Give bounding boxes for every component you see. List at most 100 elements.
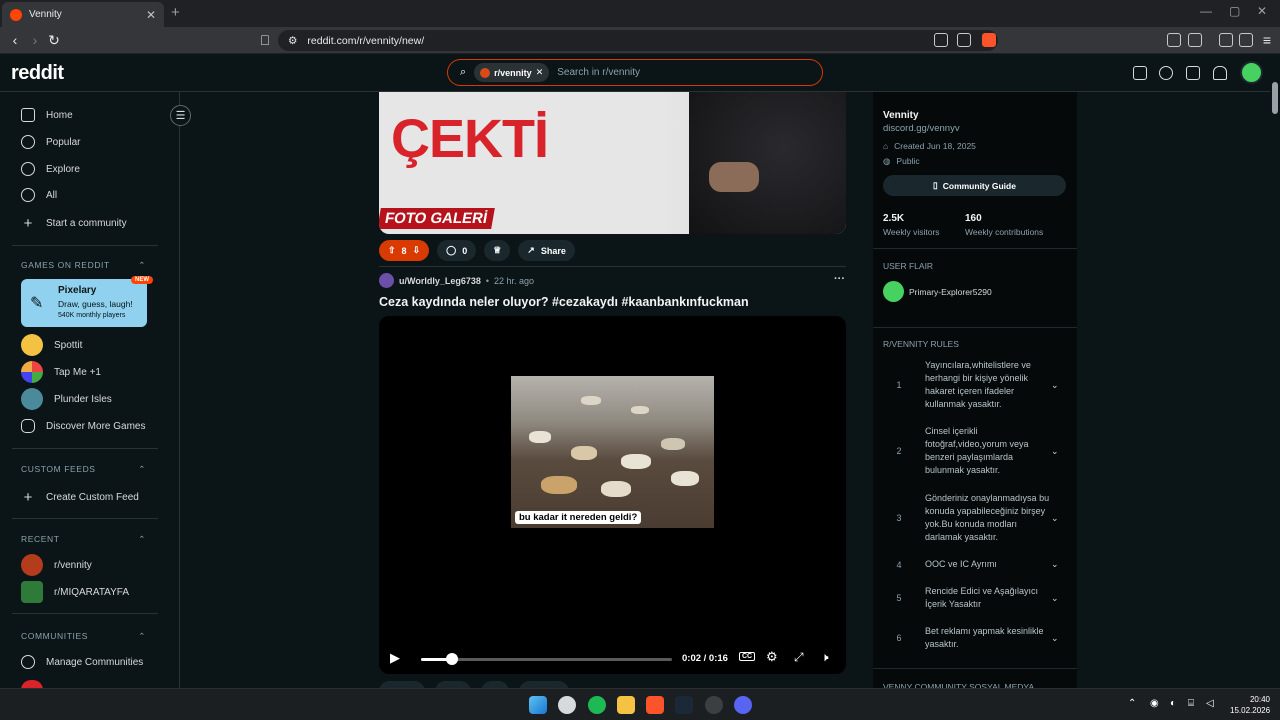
- search-community-chip[interactable]: r/vennity ✕: [474, 63, 550, 82]
- sidebar-item-all[interactable]: All: [21, 188, 57, 202]
- sidebar-item-popular[interactable]: Popular: [21, 135, 80, 149]
- custom-feeds-header[interactable]: CUSTOM FEEDS ⌃: [21, 464, 146, 475]
- section-label: CUSTOM FEEDS: [21, 464, 96, 474]
- advertise-icon[interactable]: [1133, 66, 1147, 80]
- back-icon[interactable]: ‹: [5, 30, 25, 50]
- user-flair[interactable]: Primary-Explorer5290: [883, 281, 992, 302]
- fullscreen-icon[interactable]: ⤢: [794, 650, 804, 665]
- guide-label: Community Guide: [942, 180, 1016, 191]
- rule-item[interactable]: 6 Bet reklamı yapmak kesinlikle yasaktır.…: [873, 624, 1077, 652]
- settings-gear-icon[interactable]: ⚙: [766, 649, 778, 665]
- award-button[interactable]: ♕: [484, 240, 511, 261]
- recent-header[interactable]: RECENT ⌃: [21, 534, 146, 545]
- video-player[interactable]: bu kadar it nereden geldi? ▶ 0:02 / 0:16…: [379, 316, 846, 674]
- system-clock[interactable]: 20:40 15.02.2026: [1230, 694, 1270, 716]
- sidebar-item-plunder-isles[interactable]: Plunder Isles: [21, 388, 112, 410]
- spotify-icon[interactable]: [588, 696, 606, 714]
- sidebar-item-explore[interactable]: Explore: [21, 162, 80, 176]
- communities-header[interactable]: COMMUNITIES ⌃: [21, 631, 146, 642]
- brave-shields-icon[interactable]: [982, 33, 996, 47]
- sidebar-item-recent-vennity[interactable]: r/vennity: [21, 554, 92, 576]
- create-post-icon[interactable]: [1186, 66, 1200, 80]
- bookmark-icon[interactable]: ⎕: [255, 30, 275, 50]
- sidebar-toggle-icon[interactable]: [1239, 33, 1253, 47]
- cast-icon[interactable]: [934, 33, 948, 47]
- file-explorer-icon[interactable]: [617, 696, 635, 714]
- scrollbar-thumb[interactable]: [1272, 82, 1278, 114]
- mute-icon[interactable]: 🕨: [821, 650, 829, 665]
- rule-item[interactable]: 2 Cinsel içerikli fotoğraf,video,yorum ve…: [873, 424, 1077, 478]
- rule-item[interactable]: 4 OOC ve IC Ayrımı ⌄: [873, 557, 1077, 572]
- window-close-icon[interactable]: ✕: [1257, 4, 1267, 18]
- author-avatar[interactable]: [379, 273, 394, 288]
- collapse-sidebar-button[interactable]: ☰: [170, 105, 191, 126]
- new-tab-button[interactable]: +: [171, 4, 180, 21]
- sidebar-item-discover-games[interactable]: Discover More Games: [21, 419, 145, 433]
- user-avatar[interactable]: [1240, 61, 1263, 84]
- sidebar-item-start-community[interactable]: + Start a community: [21, 215, 127, 232]
- steam-icon[interactable]: [675, 696, 693, 714]
- reddit-logo[interactable]: reddit: [11, 62, 64, 85]
- captions-icon[interactable]: CC: [739, 652, 756, 661]
- start-icon[interactable]: [529, 696, 547, 714]
- community-link[interactable]: discord.gg/vennyv: [883, 123, 960, 134]
- sidebar-item-label: r/MIQARATAYFA: [54, 586, 130, 598]
- network-icon[interactable]: ⌸: [1188, 698, 1194, 709]
- menu-icon[interactable]: ≡: [1257, 30, 1277, 50]
- minimize-icon[interactable]: —: [1200, 4, 1212, 18]
- sidebar-item-manage-communities[interactable]: Manage Communities: [21, 655, 143, 669]
- maximize-icon[interactable]: ▢: [1229, 4, 1240, 18]
- page-scrollbar[interactable]: [1270, 54, 1280, 688]
- upvote-icon[interactable]: ⇧: [388, 245, 396, 256]
- site-info-icon[interactable]: ⚙: [288, 35, 297, 47]
- rule-item[interactable]: 1 Yayıncılara,whitelistlere ve herhangi b…: [873, 358, 1077, 412]
- video-frame: bu kadar it nereden geldi?: [511, 376, 714, 528]
- extensions-icon[interactable]: [1167, 33, 1181, 47]
- divider: [873, 668, 1077, 669]
- microphone-icon[interactable]: ◐: [1170, 698, 1176, 709]
- downvote-icon[interactable]: ⇩: [413, 245, 421, 256]
- discord-icon[interactable]: [734, 696, 752, 714]
- game-title: Pixelary: [58, 285, 97, 296]
- forward-icon[interactable]: ›: [25, 30, 45, 50]
- community-guide-button[interactable]: ▯ Community Guide: [883, 175, 1066, 196]
- search-app-icon[interactable]: [558, 696, 576, 714]
- sidebar-item-home[interactable]: Home: [21, 108, 73, 122]
- sidebar-item-spottit[interactable]: Spottit: [21, 334, 82, 356]
- post-title[interactable]: Ceza kaydında neler oluyor? #cezakaydı #…: [379, 295, 749, 309]
- post-image[interactable]: ÇEKTİ FOTO GALERİ: [379, 92, 846, 234]
- sidebar-item-create-feed[interactable]: + Create Custom Feed: [21, 489, 139, 506]
- url-field[interactable]: ⚙ reddit.com/r/vennity/new/: [278, 30, 998, 51]
- tray-app-icon[interactable]: ◉: [1150, 698, 1159, 709]
- games-section-header[interactable]: GAMES ON REDDIT ⌃: [21, 260, 146, 271]
- app-icon[interactable]: [705, 696, 723, 714]
- downloads-icon[interactable]: [1219, 33, 1233, 47]
- sidebar-item-tapme[interactable]: Tap Me +1: [21, 361, 101, 383]
- share-page-icon[interactable]: [957, 33, 971, 47]
- tab-close-icon[interactable]: ✕: [146, 8, 156, 22]
- vote-control[interactable]: ⇧ 8 ⇩: [379, 240, 430, 261]
- volume-icon[interactable]: ◁: [1206, 698, 1214, 709]
- brave-icon[interactable]: [646, 696, 664, 714]
- sidebar-item-recent-miqaratayfa[interactable]: r/MIQARATAYFA: [21, 581, 129, 603]
- divider: [12, 245, 158, 246]
- reload-icon[interactable]: ↻: [44, 30, 64, 50]
- play-icon[interactable]: ▶: [390, 650, 400, 666]
- chat-icon[interactable]: [1159, 66, 1173, 80]
- rule-item[interactable]: 5 Rencide Edici ve Aşağılayıcı İçerik Yas…: [873, 584, 1077, 612]
- post-author[interactable]: u/Worldly_Leg6738: [399, 276, 481, 286]
- seek-handle[interactable]: [446, 653, 459, 665]
- chip-close-icon[interactable]: ✕: [536, 67, 544, 78]
- search-input[interactable]: Search in r/vennity: [557, 67, 640, 78]
- rule-item[interactable]: 3 Gönderiniz onaylanmadıysa bu konuda yap…: [873, 491, 1077, 545]
- wallet-icon[interactable]: [1188, 33, 1202, 47]
- browser-tab[interactable]: Vennity ✕: [2, 2, 164, 27]
- search-bar[interactable]: ⌕ r/vennity ✕ Search in r/vennity: [447, 59, 823, 86]
- comments-button[interactable]: ◯ 0: [437, 240, 477, 261]
- post-more-options-icon[interactable]: ···: [834, 273, 845, 285]
- featured-game-card[interactable]: ✎ Pixelary Draw, guess, laugh! 540K mont…: [21, 276, 153, 327]
- share-button[interactable]: ↗ Share: [518, 240, 575, 261]
- notifications-icon[interactable]: [1213, 66, 1227, 80]
- seek-bar[interactable]: [421, 653, 672, 665]
- tray-chevron-icon[interactable]: ⌃: [1128, 698, 1136, 709]
